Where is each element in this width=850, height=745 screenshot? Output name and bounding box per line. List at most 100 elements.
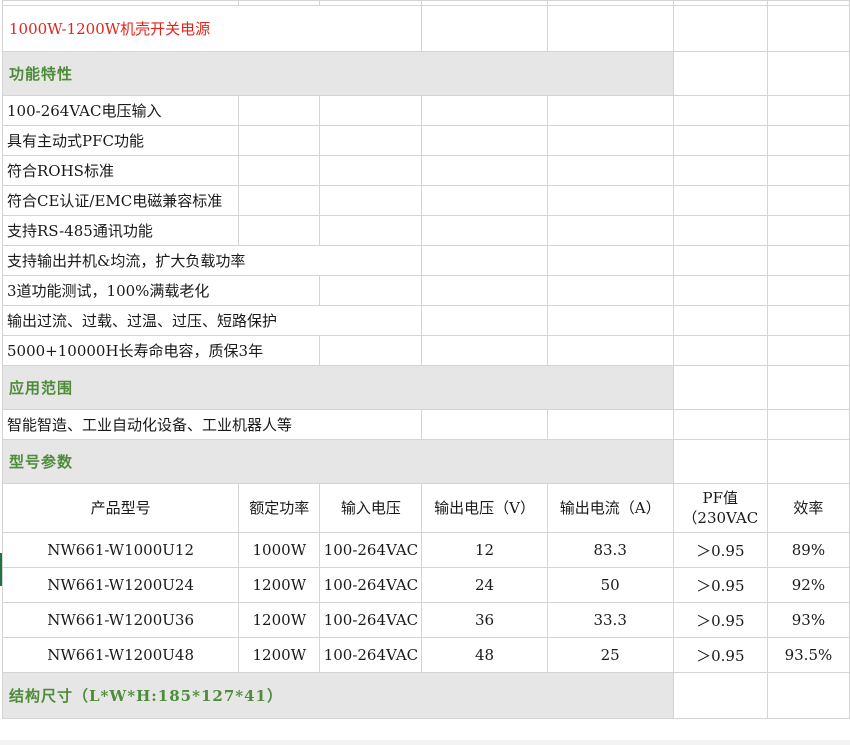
cell[interactable] <box>421 95 548 126</box>
section-heading-models[interactable]: 型号参数 <box>2 439 674 484</box>
cell[interactable] <box>421 335 548 366</box>
sheet-title[interactable]: 1000W-1200W机壳开关电源 <box>1 5 423 52</box>
feature-item[interactable]: 符合CE认证/EMC电磁兼容标准 <box>1 185 240 216</box>
section-heading-dimensions[interactable]: 结构尺寸（L*W*H:185*127*41） <box>2 672 674 719</box>
cell-model[interactable]: NW661-W1200U48 <box>1 637 240 673</box>
cell[interactable] <box>766 185 850 216</box>
feature-item[interactable]: 5000+10000H长寿命电容，质保3年 <box>1 335 321 366</box>
cell-out-current[interactable]: 50 <box>546 567 674 603</box>
cell-efficiency[interactable]: 89% <box>766 532 850 568</box>
feature-item[interactable]: 具有主动式PFC功能 <box>1 125 240 156</box>
cell[interactable] <box>672 51 768 96</box>
cell[interactable] <box>421 409 548 440</box>
header-model[interactable]: 产品型号 <box>1 483 240 533</box>
cell[interactable] <box>766 95 850 126</box>
cell-power[interactable]: 1200W <box>238 637 321 673</box>
cell[interactable] <box>546 215 674 246</box>
cell[interactable] <box>546 335 674 366</box>
cell-input[interactable]: 100-264VAC <box>319 532 423 568</box>
cell[interactable] <box>238 155 321 186</box>
cell[interactable] <box>672 185 768 216</box>
cell[interactable] <box>421 245 548 276</box>
feature-item[interactable]: 输出过流、过载、过温、过压、短路保护 <box>1 305 423 336</box>
cell[interactable] <box>672 409 768 440</box>
cell[interactable] <box>672 215 768 246</box>
cell-power[interactable]: 1200W <box>238 602 321 638</box>
cell[interactable] <box>672 95 768 126</box>
cell[interactable] <box>238 215 321 246</box>
cell-out-voltage[interactable]: 12 <box>421 532 548 568</box>
feature-item[interactable]: 100-264VAC电压输入 <box>1 95 240 126</box>
cell-out-voltage[interactable]: 36 <box>421 602 548 638</box>
header-output-current[interactable]: 输出电流（A） <box>546 483 674 533</box>
cell-pf[interactable]: ＞0.95 <box>672 637 768 673</box>
header-output-voltage[interactable]: 输出电压（V） <box>421 483 548 533</box>
cell-out-voltage[interactable]: 48 <box>421 637 548 673</box>
cell[interactable] <box>672 245 768 276</box>
section-heading-applications[interactable]: 应用范围 <box>2 365 674 410</box>
cell[interactable] <box>672 672 768 719</box>
cell[interactable] <box>421 275 548 306</box>
cell[interactable] <box>766 439 850 484</box>
cell[interactable] <box>766 5 850 52</box>
cell[interactable] <box>672 305 768 336</box>
cell[interactable] <box>546 185 674 216</box>
cell[interactable] <box>421 125 548 156</box>
cell[interactable] <box>546 275 674 306</box>
feature-item[interactable]: 符合ROHS标准 <box>1 155 240 186</box>
cell[interactable] <box>546 245 674 276</box>
cell-efficiency[interactable]: 93.5% <box>766 637 850 673</box>
cell[interactable] <box>766 215 850 246</box>
cell[interactable] <box>319 335 423 366</box>
cell[interactable] <box>766 245 850 276</box>
cell[interactable] <box>766 409 850 440</box>
cell-pf[interactable]: ＞0.95 <box>672 532 768 568</box>
cell[interactable] <box>766 672 850 719</box>
cell-input[interactable]: 100-264VAC <box>319 602 423 638</box>
header-pf[interactable]: PF值 （230VAC <box>672 483 768 533</box>
cell[interactable] <box>672 335 768 366</box>
cell[interactable] <box>672 365 768 410</box>
cell[interactable] <box>672 439 768 484</box>
cell[interactable] <box>766 275 850 306</box>
cell[interactable] <box>672 5 768 52</box>
cell-model[interactable]: NW661-W1200U36 <box>1 602 240 638</box>
cell[interactable] <box>766 335 850 366</box>
cell[interactable] <box>546 5 674 52</box>
cell-pf[interactable]: ＞0.95 <box>672 567 768 603</box>
cell[interactable] <box>766 305 850 336</box>
cell[interactable] <box>319 215 423 246</box>
cell[interactable] <box>766 155 850 186</box>
cell[interactable] <box>766 365 850 410</box>
cell-out-current[interactable]: 83.3 <box>546 532 674 568</box>
cell[interactable] <box>238 185 321 216</box>
cell[interactable] <box>421 305 548 336</box>
cell-input[interactable]: 100-264VAC <box>319 637 423 673</box>
feature-item[interactable]: 支持输出并机&均流，扩大负载功率 <box>1 245 423 276</box>
cell[interactable] <box>546 125 674 156</box>
header-efficiency[interactable]: 效率 <box>766 483 850 533</box>
cell-out-voltage[interactable]: 24 <box>421 567 548 603</box>
cell-out-current[interactable]: 25 <box>546 637 674 673</box>
cell-efficiency[interactable]: 92% <box>766 567 850 603</box>
cell-input[interactable]: 100-264VAC <box>319 567 423 603</box>
cell[interactable] <box>319 155 423 186</box>
feature-item[interactable]: 支持RS-485通讯功能 <box>1 215 240 246</box>
cell[interactable] <box>672 275 768 306</box>
cell[interactable] <box>319 275 423 306</box>
cell[interactable] <box>546 409 674 440</box>
cell-pf[interactable]: ＞0.95 <box>672 602 768 638</box>
cell[interactable] <box>421 215 548 246</box>
cell[interactable] <box>546 155 674 186</box>
cell[interactable] <box>319 125 423 156</box>
cell[interactable] <box>421 155 548 186</box>
cell-power[interactable]: 1200W <box>238 567 321 603</box>
cell[interactable] <box>766 125 850 156</box>
cell-power[interactable]: 1000W <box>238 532 321 568</box>
cell[interactable] <box>238 95 321 126</box>
header-input-voltage[interactable]: 输入电压 <box>319 483 423 533</box>
cell[interactable] <box>546 95 674 126</box>
cell[interactable] <box>238 125 321 156</box>
header-rated-power[interactable]: 额定功率 <box>238 483 321 533</box>
cell-out-current[interactable]: 33.3 <box>546 602 674 638</box>
